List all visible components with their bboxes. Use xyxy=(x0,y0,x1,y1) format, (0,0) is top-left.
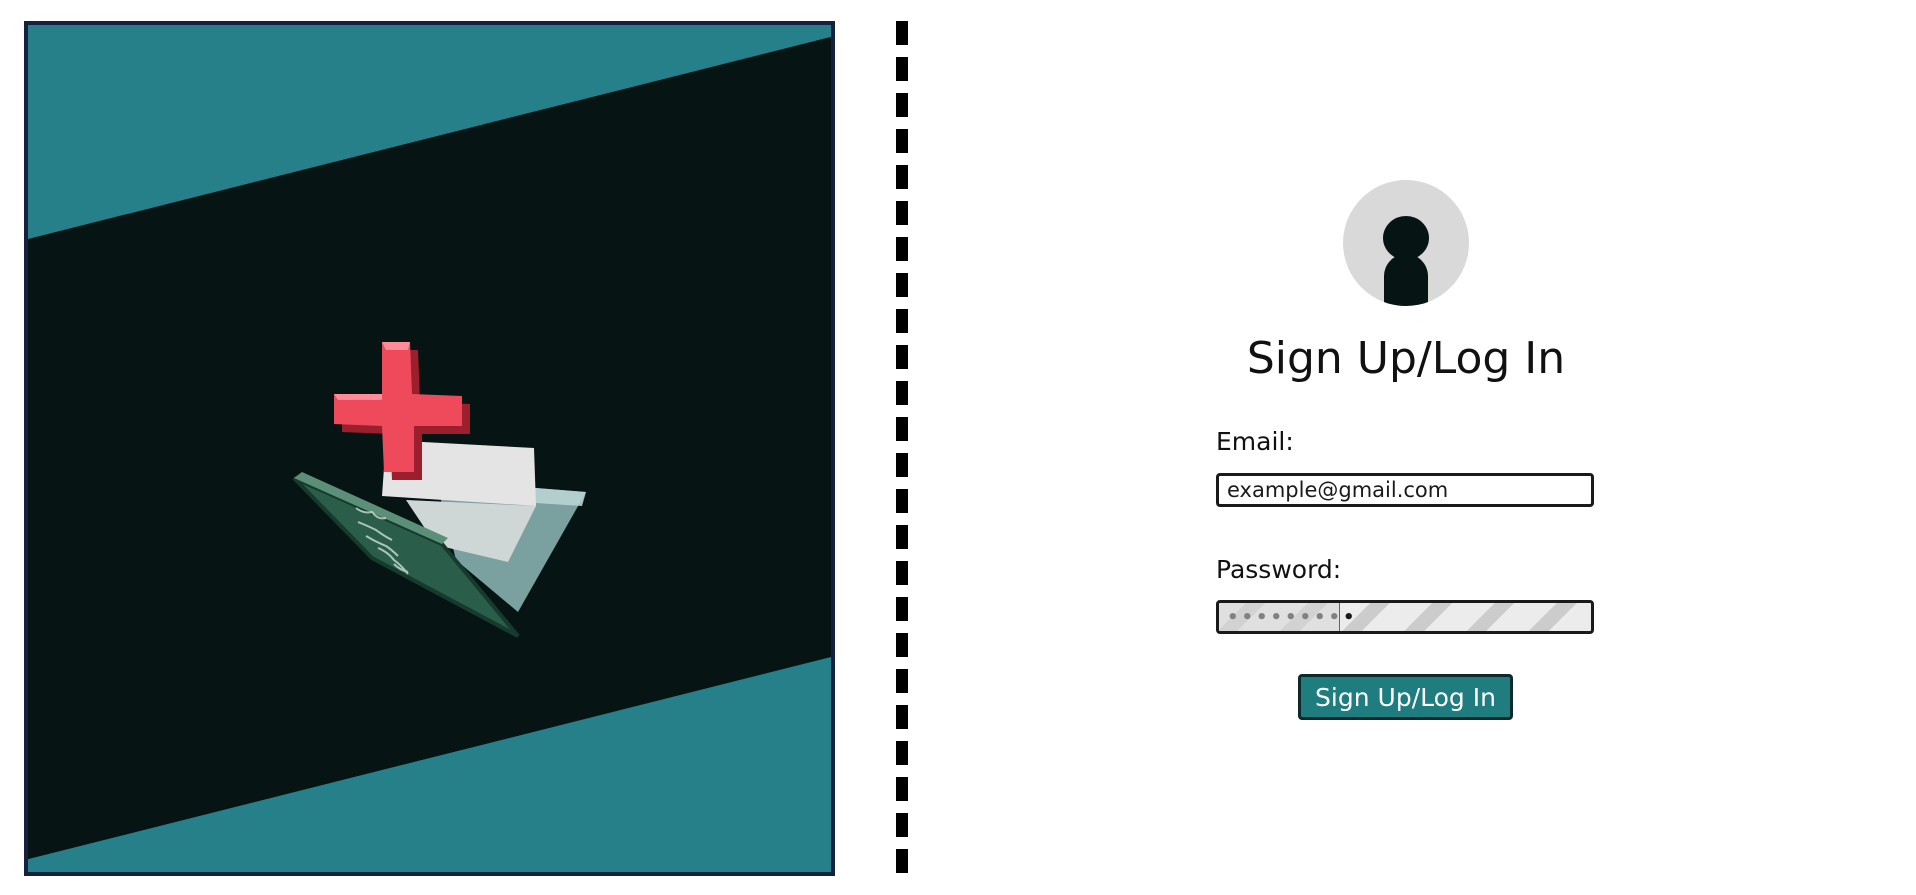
password-field[interactable] xyxy=(1216,600,1594,634)
email-field[interactable] xyxy=(1216,473,1594,507)
password-label: Password: xyxy=(1216,555,1342,584)
medical-folder-icon xyxy=(292,342,586,638)
hero-panel xyxy=(24,21,835,876)
user-silhouette-icon xyxy=(1343,180,1469,306)
signup-login-page: Sign Up/Log In Email: Password: Sign Up/… xyxy=(0,0,1916,895)
auth-form: Sign Up/Log In Email: Password: Sign Up/… xyxy=(1200,180,1620,740)
page-title: Sign Up/Log In xyxy=(1246,333,1566,384)
avatar-body xyxy=(1384,254,1428,306)
vertical-dashed-divider xyxy=(896,21,908,879)
signup-login-button[interactable]: Sign Up/Log In xyxy=(1298,674,1513,720)
email-label: Email: xyxy=(1216,427,1294,456)
